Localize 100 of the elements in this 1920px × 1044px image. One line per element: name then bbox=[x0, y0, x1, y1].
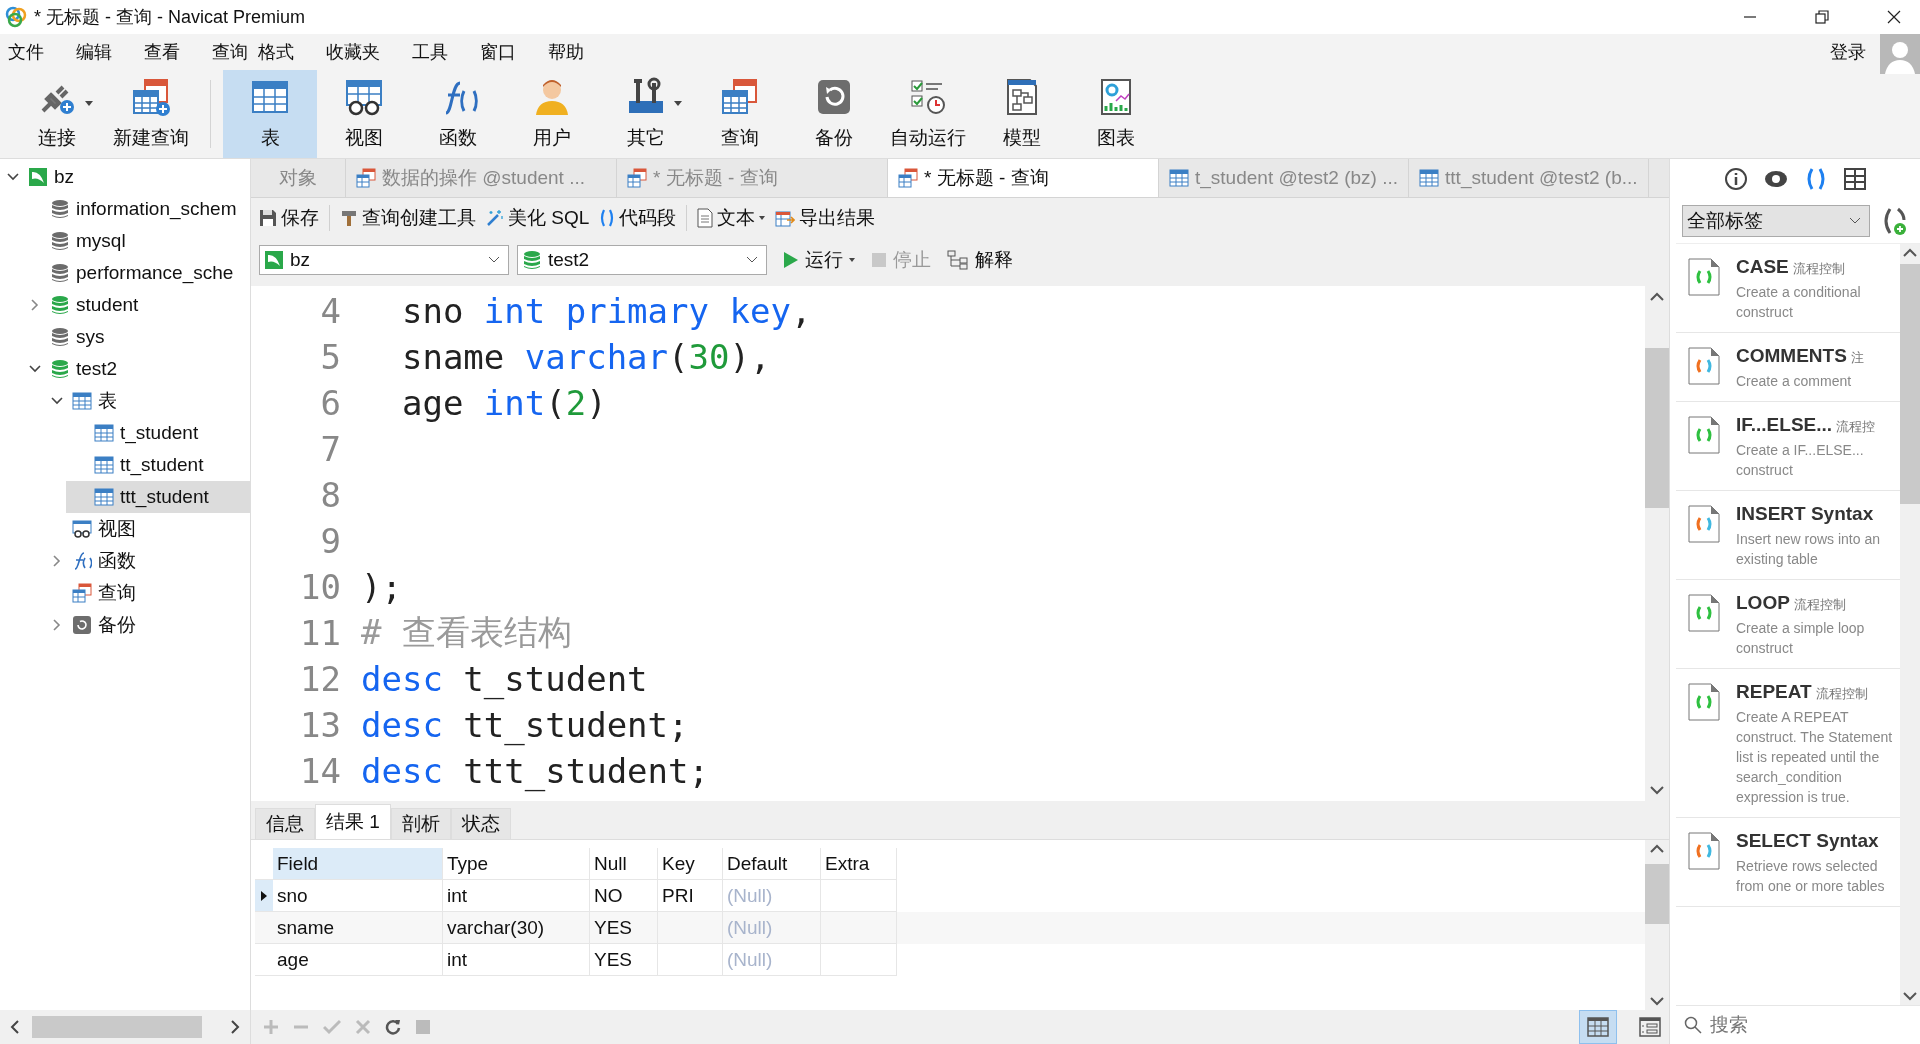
document-tab[interactable]: * 无标题 - 查询 bbox=[888, 159, 1159, 197]
result-tab[interactable]: 结果 1 bbox=[315, 804, 391, 839]
query-toolbar-button[interactable]: 美化 SQL bbox=[486, 205, 590, 231]
close-icon[interactable] bbox=[1886, 9, 1902, 25]
tree-item[interactable]: bz bbox=[0, 161, 250, 193]
tree-item[interactable]: 查询 bbox=[44, 577, 250, 609]
layout-tab[interactable] bbox=[1844, 168, 1866, 190]
query-toolbar-button[interactable]: 文本 bbox=[697, 205, 766, 231]
restore-icon[interactable] bbox=[1814, 9, 1830, 25]
column-header[interactable]: Null bbox=[590, 848, 658, 880]
tree-item[interactable]: student bbox=[22, 289, 250, 321]
tree-item[interactable]: tt_student bbox=[66, 449, 250, 481]
scroll-up-icon[interactable] bbox=[1903, 248, 1917, 258]
database-select[interactable]: test2 bbox=[517, 245, 767, 275]
dropdown-caret-icon[interactable] bbox=[674, 101, 682, 106]
scrollbar-thumb[interactable] bbox=[1900, 264, 1920, 504]
toolbar-button[interactable]: 函数 bbox=[411, 70, 505, 158]
snippet-item[interactable]: SELECT Syntax Retrieve rows selected from one or more tables bbox=[1676, 818, 1900, 907]
scrollbar-thumb[interactable] bbox=[32, 1016, 202, 1038]
tree-item[interactable]: test2 bbox=[22, 353, 250, 385]
info-tab[interactable] bbox=[1724, 167, 1748, 191]
snippet-item[interactable]: IF...ELSE... 流程控 Create a IF...ELSE... construct bbox=[1676, 402, 1900, 491]
snippet-item[interactable]: INSERT Syntax Insert new rows into an existing table bbox=[1676, 491, 1900, 580]
menu-item[interactable]: 收藏夹 bbox=[326, 40, 380, 64]
menu-item[interactable]: 查询 bbox=[212, 40, 248, 64]
connection-select[interactable]: bz bbox=[259, 245, 509, 275]
run-toolbar-button[interactable]: 运行 bbox=[783, 247, 855, 273]
chevron-down-icon[interactable] bbox=[51, 397, 63, 405]
snippet-search-field[interactable]: 搜索 bbox=[1708, 1013, 1892, 1037]
query-toolbar-button[interactable]: 代码段 bbox=[599, 205, 677, 231]
row-indicator[interactable] bbox=[255, 880, 273, 912]
tag-filter-select[interactable]: 全部标签 bbox=[1682, 205, 1870, 237]
scroll-up-icon[interactable] bbox=[1650, 292, 1664, 302]
tree-item[interactable]: 视图 bbox=[44, 513, 250, 545]
grid-view-button[interactable] bbox=[1579, 1010, 1617, 1044]
result-tab[interactable]: 状态 bbox=[450, 808, 511, 839]
query-toolbar-button[interactable]: 保存 bbox=[259, 205, 319, 231]
chevron-right-icon[interactable] bbox=[53, 555, 61, 567]
chevron-down-icon[interactable] bbox=[1849, 217, 1861, 225]
tree-item[interactable]: 备份 bbox=[44, 609, 250, 641]
snippet-item[interactable]: REPEAT 流程控制 Create A REPEAT construct. The Statement list is repeated until the search_condition expression is true. bbox=[1676, 669, 1900, 818]
column-header[interactable]: Default bbox=[723, 848, 821, 880]
scroll-up-icon[interactable] bbox=[1650, 844, 1664, 854]
toolbar-button[interactable]: 新建查询 bbox=[104, 70, 198, 158]
scrollbar-thumb[interactable] bbox=[1645, 348, 1669, 508]
tree-item[interactable]: t_student bbox=[66, 417, 250, 449]
toolbar-button[interactable]: 自动运行 bbox=[881, 70, 975, 158]
run-toolbar-button[interactable]: 解释 bbox=[947, 247, 1013, 273]
column-header[interactable]: Field bbox=[273, 848, 443, 880]
chevron-right-icon[interactable] bbox=[31, 299, 39, 311]
toolbar-button[interactable]: 用户 bbox=[505, 70, 599, 158]
scroll-down-icon[interactable] bbox=[1650, 785, 1664, 795]
toolbar-button[interactable]: 模型 bbox=[975, 70, 1069, 158]
scroll-left-icon[interactable] bbox=[10, 1020, 20, 1034]
chevron-down-icon[interactable] bbox=[746, 256, 758, 264]
toolbar-button[interactable]: 连接 bbox=[10, 70, 104, 158]
scroll-down-icon[interactable] bbox=[1903, 991, 1917, 1001]
menu-item[interactable]: 帮助 bbox=[548, 40, 584, 64]
toolbar-button[interactable]: 查询 bbox=[693, 70, 787, 158]
result-tab[interactable]: 信息 bbox=[255, 808, 315, 839]
menu-item[interactable]: 格式 bbox=[258, 40, 294, 64]
snippet-item[interactable]: COMMENTS 注 Create a comment bbox=[1676, 333, 1900, 402]
tree-item[interactable]: performance_sche bbox=[22, 257, 250, 289]
column-header[interactable]: Type bbox=[443, 848, 590, 880]
chevron-right-icon[interactable] bbox=[53, 619, 61, 631]
query-toolbar-button[interactable]: 导出结果 bbox=[775, 205, 876, 231]
menu-item[interactable]: 文件 bbox=[8, 40, 44, 64]
scroll-down-icon[interactable] bbox=[1650, 996, 1664, 1006]
scrollbar-thumb[interactable] bbox=[1645, 864, 1669, 924]
toolbar-button[interactable]: 其它 bbox=[599, 70, 693, 158]
menu-item[interactable]: 工具 bbox=[412, 40, 448, 64]
dropdown-caret-icon[interactable] bbox=[85, 101, 93, 106]
snippet-item[interactable]: CASE 流程控制 Create a conditional construct bbox=[1676, 244, 1900, 333]
toolbar-button[interactable]: 表 bbox=[223, 70, 317, 158]
tree-item[interactable]: mysql bbox=[22, 225, 250, 257]
menu-item[interactable]: 窗口 bbox=[480, 40, 516, 64]
toolbar-button[interactable]: 备份 bbox=[787, 70, 881, 158]
checkmark-icon[interactable] bbox=[323, 1019, 341, 1035]
refresh-icon[interactable] bbox=[385, 1019, 401, 1035]
scroll-right-icon[interactable] bbox=[230, 1020, 240, 1034]
toolbar-button[interactable]: 图表 bbox=[1069, 70, 1163, 158]
menu-item[interactable]: 编辑 bbox=[76, 40, 112, 64]
chevron-down-icon[interactable] bbox=[7, 173, 19, 181]
chevron-down-icon[interactable] bbox=[488, 256, 500, 264]
dropdown-caret-icon[interactable] bbox=[849, 258, 855, 262]
login-link[interactable]: 登录 bbox=[1830, 40, 1866, 64]
result-tab[interactable]: 剖析 bbox=[390, 808, 451, 839]
menu-item[interactable]: 查看 bbox=[144, 40, 180, 64]
dropdown-caret-icon[interactable] bbox=[759, 216, 766, 220]
tree-item[interactable]: information_schem bbox=[22, 193, 250, 225]
chevron-down-icon[interactable] bbox=[29, 365, 41, 373]
tree-item[interactable]: ttt_student bbox=[66, 481, 250, 513]
tree-item[interactable]: 函数 bbox=[44, 545, 250, 577]
column-header[interactable]: Extra bbox=[821, 848, 897, 880]
column-header[interactable]: Key bbox=[658, 848, 723, 880]
query-toolbar-button[interactable]: 查询创建工具 bbox=[340, 205, 476, 231]
snippet-item[interactable]: LOOP 流程控制 Create a simple loop construct bbox=[1676, 580, 1900, 669]
tree-item[interactable]: sys bbox=[22, 321, 250, 353]
tree-item[interactable]: 表 bbox=[44, 385, 250, 417]
toolbar-button[interactable]: 视图 bbox=[317, 70, 411, 158]
